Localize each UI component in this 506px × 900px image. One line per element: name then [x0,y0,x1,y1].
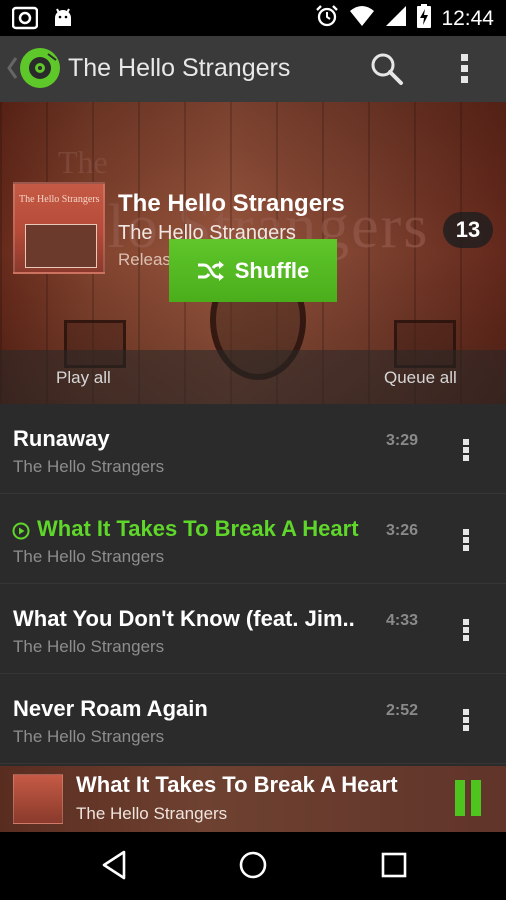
app-bar-title: The Hello Strangers [68,54,291,82]
track-artist: The Hello Strangers [13,637,165,656]
track-count-badge: 13 [443,212,493,248]
search-icon[interactable] [370,52,404,91]
now-playing-title: What It Takes To Break A Heart [76,772,398,797]
now-playing-bar[interactable]: What It Takes To Break A Heart The Hello… [0,766,506,832]
app-logo-icon[interactable] [18,46,62,95]
track-duration: 3:29 [386,432,419,449]
shuffle-button[interactable]: Shuffle [169,239,337,302]
list-item[interactable]: Never Roam Again The Hello Strangers 2:5… [0,674,506,764]
back-triangle-icon[interactable] [100,850,128,885]
album-actions: Play all Queue all [0,350,506,404]
home-circle-icon[interactable] [238,850,268,885]
shuffle-label: Shuffle [234,257,310,283]
track-artist: The Hello Strangers [13,727,165,746]
album-art[interactable]: The Hello Strangers [13,182,105,274]
track-overflow-icon[interactable] [458,618,474,647]
battery-charging-icon [417,4,432,33]
album-art-photo [25,224,97,268]
recents-square-icon[interactable] [380,850,408,885]
track-artist: The Hello Strangers [13,547,165,566]
alarm-icon [315,4,339,33]
track-title: What It Takes To Break A Heart [37,516,359,541]
now-playing-art [13,774,63,824]
track-duration: 4:33 [386,612,419,629]
track-title: Runaway [13,426,110,451]
album-art-text: The Hello Strangers [19,194,100,205]
android-icon [52,6,74,35]
track-title: Never Roam Again [13,696,208,721]
status-bar: 12:44 [0,0,506,36]
track-overflow-icon[interactable] [458,438,474,467]
list-item[interactable]: Runaway The Hello Strangers 3:29 [0,404,506,494]
signal-icon [385,5,407,32]
back-chevron-icon[interactable] [6,56,18,85]
wifi-icon [349,5,375,32]
track-title: What You Don't Know (feat. Jim.. [13,606,355,631]
album-title: The Hello Strangers [118,190,345,217]
track-duration: 3:26 [386,522,419,539]
track-overflow-icon[interactable] [458,708,474,737]
pause-icon[interactable] [455,780,481,816]
list-item[interactable]: What It Takes To Break A Heart The Hello… [0,494,506,584]
shuffle-icon [197,260,225,282]
camera-icon [11,6,39,35]
action-bar: The Hello Strangers [0,36,506,102]
system-nav-bar [0,832,506,900]
queue-all-button[interactable]: Queue all [384,368,457,388]
play-all-button[interactable]: Play all [56,368,111,388]
overflow-menu-icon[interactable] [452,52,478,91]
track-overflow-icon[interactable] [458,528,474,557]
track-duration: 2:52 [386,702,419,719]
now-playing-indicator-icon [12,522,30,545]
list-item[interactable]: What You Don't Know (feat. Jim.. The Hel… [0,584,506,674]
clock-time: 12:44 [441,6,494,30]
now-playing-artist: The Hello Strangers [76,804,228,823]
track-list: Runaway The Hello Strangers 3:29 What It… [0,404,506,766]
track-artist: The Hello Strangers [13,457,165,476]
